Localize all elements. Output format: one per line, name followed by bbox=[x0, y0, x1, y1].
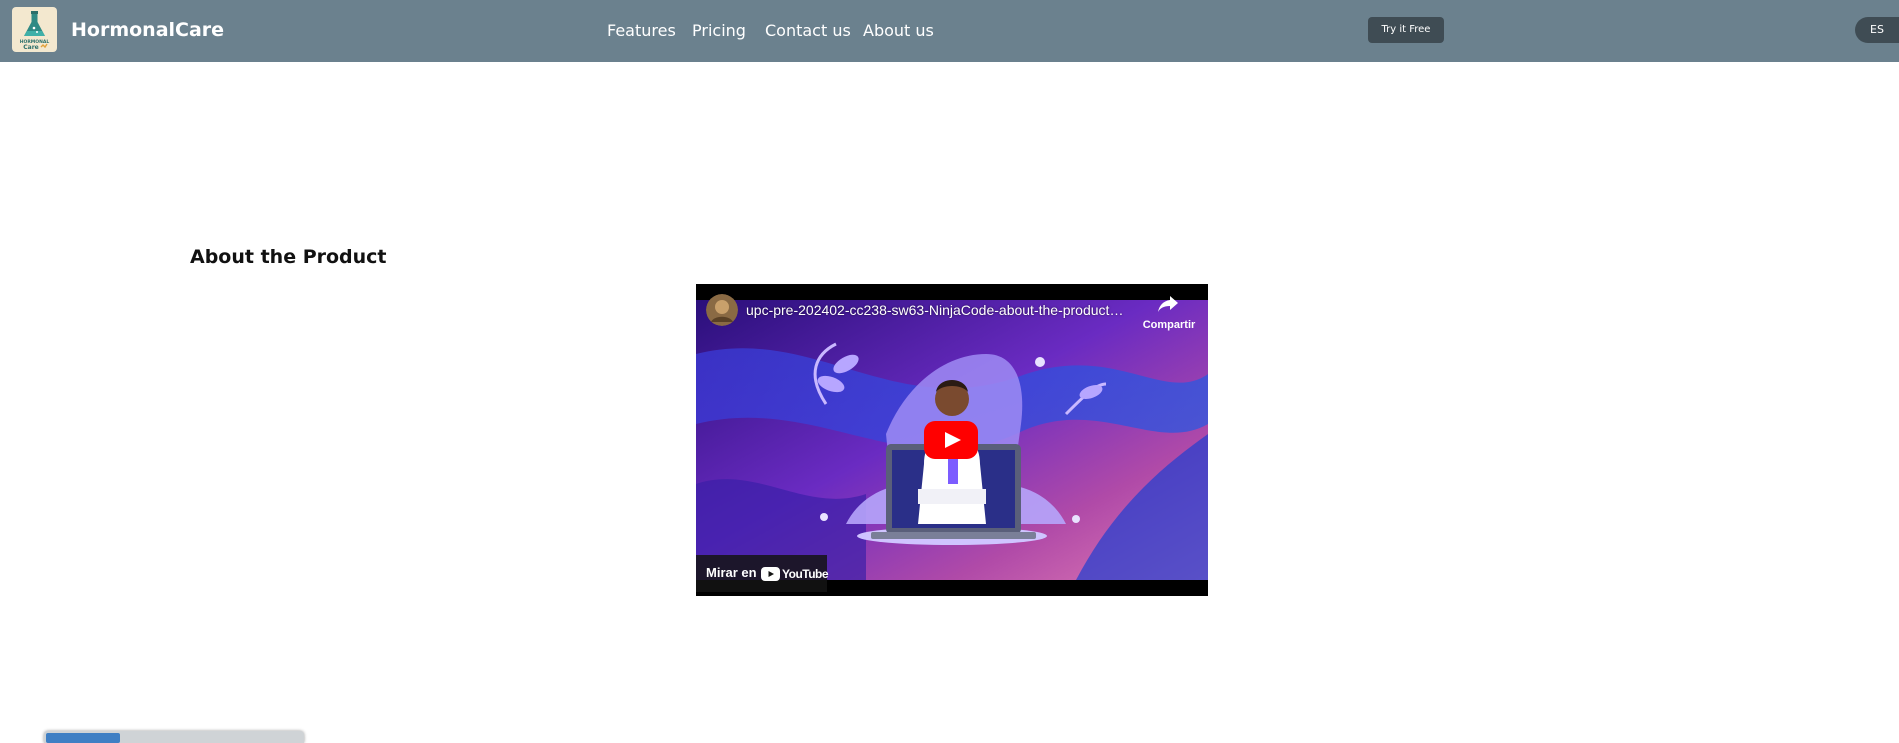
share-icon[interactable] bbox=[1157, 295, 1179, 313]
floating-mini-player[interactable] bbox=[44, 731, 304, 743]
navbar: HORMONAL Care HormonalCare Features Pric… bbox=[0, 0, 1899, 62]
nav-features[interactable]: Features bbox=[607, 20, 676, 42]
try-it-free-button[interactable]: Try it Free bbox=[1368, 17, 1444, 43]
nav-pricing[interactable]: Pricing bbox=[692, 20, 746, 42]
video-player[interactable]: upc-pre-202402-cc238-sw63-NinjaCode-abou… bbox=[696, 284, 1208, 596]
watch-on-label: Mirar en bbox=[706, 565, 757, 580]
youtube-logo-icon bbox=[761, 567, 780, 581]
brand-logo[interactable]: HORMONAL Care bbox=[12, 7, 57, 52]
nav-contact-us[interactable]: Contact us bbox=[765, 20, 851, 42]
youtube-wordmark: YouTube bbox=[782, 567, 829, 581]
language-toggle-button[interactable]: ES bbox=[1855, 17, 1899, 43]
channel-avatar-icon bbox=[706, 294, 738, 326]
section-title: About the Product bbox=[190, 246, 387, 268]
nav-about-us[interactable]: About us bbox=[863, 20, 934, 42]
watch-on-youtube-button[interactable]: Mirar en YouTube bbox=[696, 555, 829, 592]
play-icon[interactable] bbox=[924, 421, 978, 459]
brand-name[interactable]: HormonalCare bbox=[71, 18, 224, 42]
flask-logo-icon: HORMONAL Care bbox=[20, 11, 49, 51]
mini-player-thumbnail bbox=[46, 733, 120, 743]
channel-avatar[interactable] bbox=[706, 294, 738, 326]
video-title[interactable]: upc-pre-202402-cc238-sw63-NinjaCode-abou… bbox=[746, 301, 1126, 319]
logo-text-bottom: Care bbox=[23, 44, 38, 51]
share-label[interactable]: Compartir bbox=[1136, 318, 1202, 332]
